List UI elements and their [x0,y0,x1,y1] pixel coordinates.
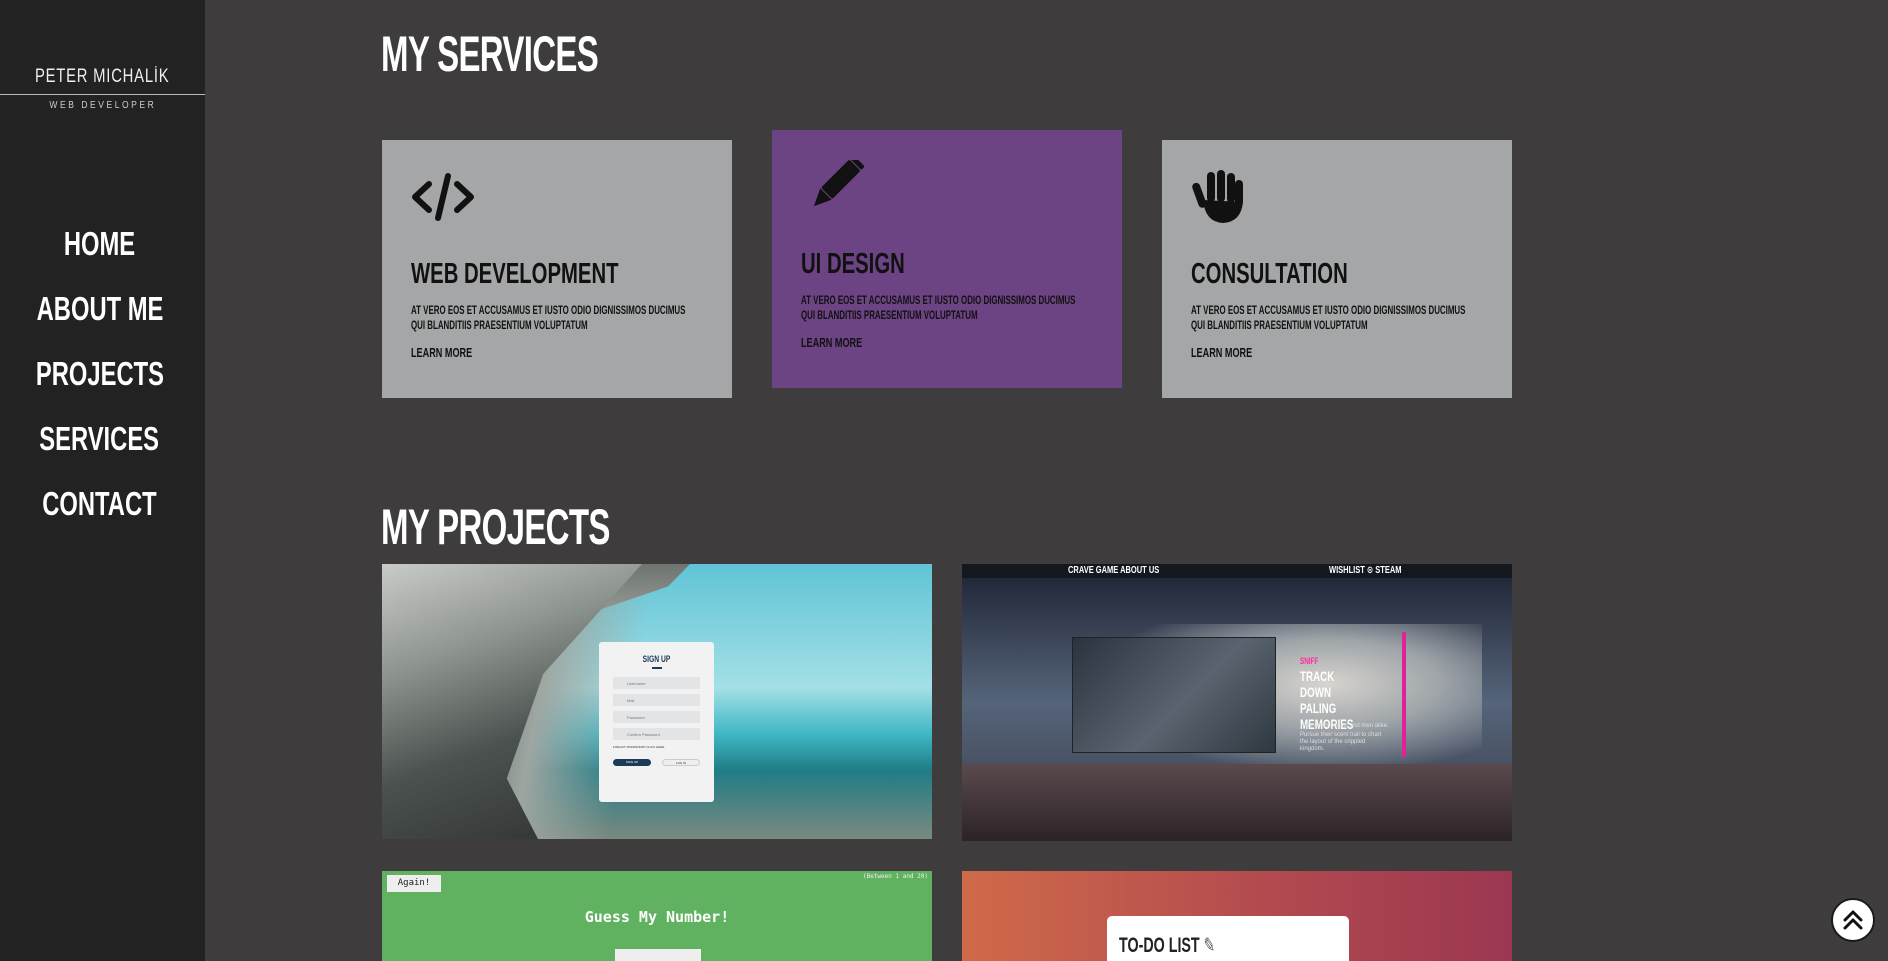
accent-bar [1402,632,1406,757]
learn-more-link[interactable]: LEARN MORE [411,345,472,360]
service-card-web-development: WEB DEVELOPMENT At vero eos et accusamus… [382,140,732,398]
double-chevron-up-icon [1843,910,1863,930]
crave-nav-links: CRAVE GAME ABOUT US [1068,565,1160,576]
service-description: At vero eos et accusamus et iusto odio d… [801,293,1076,322]
learn-more-link[interactable]: LEARN MORE [1191,345,1252,360]
todo-card: TO-DO LIST ✎ [1107,916,1349,961]
nav-projects-label: PROJECTS [35,355,164,392]
signup-underline [651,667,662,669]
signup-buttons: SIGN UP LOG IN [613,759,700,766]
service-title: WEB DEVELOPMENT [411,258,619,290]
brand-role: WEB DEVELOPER [49,100,156,111]
service-card-consultation: CONSULTATION At vero eos et accusamus et… [1162,140,1512,398]
signup-field: Password [613,711,700,723]
main-nav: HOME ABOUT ME PROJECTS SERVICES CONTACT [0,222,199,547]
crave-copy-line-2: Pursue their scent trail to chart the la… [1300,732,1382,752]
sidebar: PETER MICHALÍK WEB DEVELOPER HOME ABOUT … [0,0,205,961]
crave-copy-line-1: Hunt down beasts and men alike. [1300,723,1389,729]
nav-about-me-label: ABOUT ME [36,290,163,327]
nav-contact-label: CONTACT [42,485,157,522]
service-description: At vero eos et accusamus et iusto odio d… [411,303,686,332]
code-icon [412,173,474,221]
notepad-icon: ✎ [1203,935,1216,957]
crave-nav-wishlist: WISHLIST ⊙ STEAM [1329,565,1402,576]
service-title: UI DESIGN [801,248,905,280]
nav-about-me[interactable]: ABOUT ME [0,287,199,352]
project-crave[interactable]: CRAVE GAME ABOUT US WISHLIST ⊙ STEAM SNI… [962,564,1512,841]
project-todo-list[interactable]: TO-DO LIST ✎ [962,871,1512,961]
pencil-icon [813,160,864,207]
crave-nav: CRAVE GAME ABOUT US WISHLIST ⊙ STEAM [962,564,1512,578]
project-guess-my-number[interactable]: Again! (Between 1 and 20) Guess My Numbe… [382,871,932,961]
signup-title: SIGN UP [642,654,671,664]
hand-icon [1192,170,1243,223]
project-signup-form[interactable]: SIGN UP Username Mail Password Confirm P… [382,564,932,839]
todo-title: TO-DO LIST ✎ [1119,934,1216,957]
signup-field: Username [613,677,700,689]
again-button: Again! [387,875,441,892]
service-card-ui-design: UI DESIGN At vero eos et accusamus et iu… [772,130,1122,388]
signup-field: Confirm Password [613,728,700,740]
guess-title: Guess My Number! [584,908,730,926]
scroll-to-top-button[interactable] [1831,898,1875,942]
service-description: At vero eos et accusamus et iusto odio d… [1191,303,1466,332]
brand-name: PETER MICHALÍK [35,66,170,87]
signup-forgot: FORGOT PASSWORD? CLICK HERE [613,745,665,749]
nav-contact[interactable]: CONTACT [0,482,199,547]
login-button: LOG IN [662,759,700,766]
nav-home[interactable]: HOME [0,222,199,287]
signup-button: SIGN UP [613,759,651,766]
crave-copy: Hunt down beasts and men alike. Pursue t… [1300,723,1390,753]
game-screenshot-graphic [1072,637,1276,753]
projects-heading: MY PROJECTS [381,499,610,555]
crave-tag: SNIFF [1300,656,1319,666]
service-title: CONSULTATION [1191,258,1348,290]
city-graphic [962,764,1512,841]
nav-services-label: SERVICES [39,420,160,457]
nav-services[interactable]: SERVICES [0,417,199,482]
number-box [615,949,701,961]
brand: PETER MICHALÍK WEB DEVELOPER [0,66,205,113]
learn-more-link[interactable]: LEARN MORE [801,335,862,350]
signup-field: Mail [613,694,700,706]
nav-home-label: HOME [63,225,136,262]
nav-projects[interactable]: PROJECTS [0,352,199,417]
signup-preview: SIGN UP Username Mail Password Confirm P… [599,642,714,802]
range-label: (Between 1 and 20) [862,873,928,880]
services-heading: MY SERVICES [381,26,599,82]
